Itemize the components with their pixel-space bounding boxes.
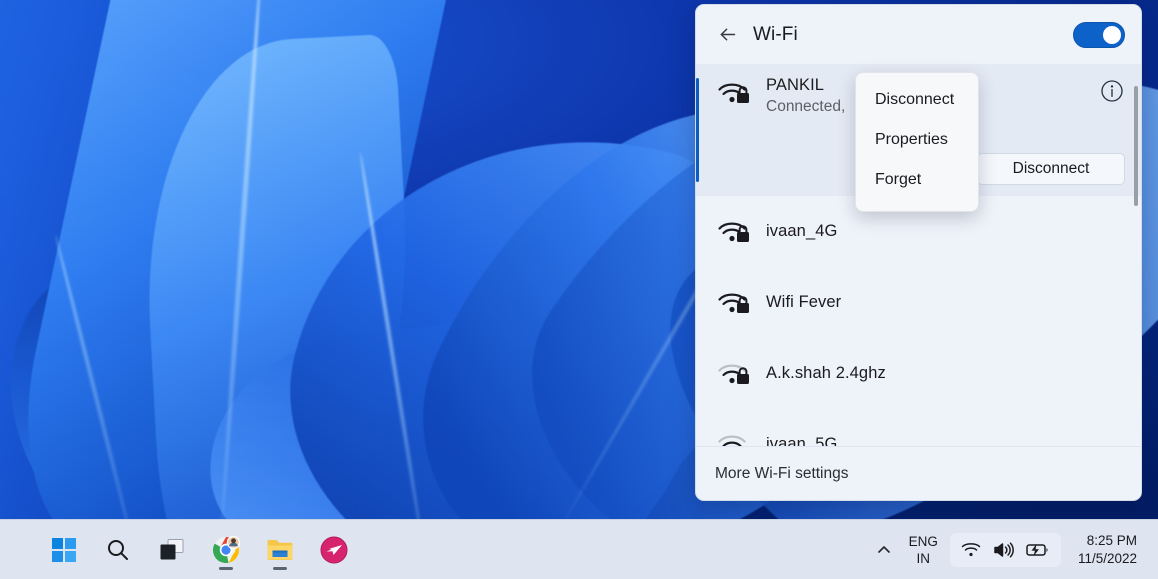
network-row-partial[interactable]: ivaan_5G <box>696 409 1141 446</box>
lock-badge <box>737 366 749 384</box>
running-indicator <box>219 566 233 570</box>
network-info: A.k.shah 2.4ghz <box>766 364 1127 383</box>
more-wifi-settings-label: More Wi-Fi settings <box>715 464 849 482</box>
lock-badge <box>737 224 749 242</box>
chevron-up-icon <box>877 545 890 553</box>
more-wifi-settings-link[interactable]: More Wi-Fi settings <box>696 446 1141 500</box>
lock-badge <box>737 295 749 313</box>
chrome-profile-avatar <box>226 535 240 549</box>
wifi-signal-secured-icon <box>716 288 754 318</box>
wifi-signal-secured-icon <box>716 78 754 108</box>
context-menu-item-forget[interactable]: Forget <box>856 160 978 200</box>
network-row[interactable]: Wifi Fever <box>696 267 1141 338</box>
selection-accent-bar <box>696 78 699 182</box>
folder-icon <box>267 539 293 560</box>
network-info-icon[interactable] <box>1099 78 1125 104</box>
system-tray: ENG IN 8:25 PM 11/5/2022 <box>869 520 1148 579</box>
network-list-scrollbar[interactable] <box>1134 86 1138 206</box>
wifi-icon <box>961 543 981 557</box>
running-indicator <box>273 566 287 570</box>
taskbar-chrome-button[interactable] <box>204 528 248 572</box>
task-view-icon <box>160 538 184 559</box>
network-row[interactable]: A.k.shah 2.4ghz <box>696 338 1141 409</box>
wifi-flyout-header: Wi-Fi <box>696 5 1141 64</box>
network-context-menu: Disconnect Properties Forget <box>855 72 979 212</box>
language-line-1: ENG <box>908 533 938 549</box>
wifi-signal-secured-icon <box>716 430 754 446</box>
network-ssid: ivaan_4G <box>766 222 838 240</box>
language-line-2: IN <box>916 550 931 566</box>
network-ssid: A.k.shah 2.4ghz <box>766 364 886 382</box>
network-info: Wifi Fever <box>766 293 1127 312</box>
taskbar-file-explorer-button[interactable] <box>258 528 302 572</box>
search-icon <box>108 539 128 560</box>
show-hidden-icons-button[interactable] <box>869 530 899 570</box>
windows-start-icon <box>52 537 76 562</box>
disconnect-button[interactable]: Disconnect <box>977 153 1125 185</box>
taskbar-app-group <box>42 528 356 572</box>
taskbar-task-view-button[interactable] <box>150 528 194 572</box>
wifi-toggle-switch[interactable] <box>1073 21 1125 48</box>
taskbar: ENG IN 8:25 PM 11/5/2022 <box>0 519 1158 579</box>
clock-date: 11/5/2022 <box>1077 550 1137 566</box>
context-menu-item-properties[interactable]: Properties <box>856 120 978 160</box>
network-ssid: Wifi Fever <box>766 293 842 311</box>
volume-icon <box>994 541 1014 558</box>
clock-time: 8:25 PM <box>1086 532 1137 548</box>
chrome-icon <box>212 535 240 563</box>
battery-charging-icon <box>1026 543 1048 556</box>
network-ssid: ivaan_5G <box>766 435 838 446</box>
network-info: ivaan_4G <box>766 222 1127 241</box>
taskbar-mail-app-button[interactable] <box>312 528 356 572</box>
taskbar-start-button[interactable] <box>42 528 86 572</box>
wifi-signal-secured-icon <box>716 359 754 389</box>
language-indicator[interactable]: ENG IN <box>903 530 944 570</box>
lock-badge <box>737 86 749 103</box>
network-info: ivaan_5G <box>766 435 1127 446</box>
back-button[interactable] <box>710 18 744 52</box>
paper-plane-icon <box>320 536 348 563</box>
tray-quick-settings-button[interactable] <box>949 532 1061 567</box>
page-title: Wi-Fi <box>753 23 798 45</box>
wifi-signal-secured-icon <box>716 217 754 247</box>
taskbar-search-button[interactable] <box>96 528 140 572</box>
toggle-knob <box>1103 25 1121 44</box>
clock-button[interactable]: 8:25 PM 11/5/2022 <box>1073 529 1142 571</box>
context-menu-item-disconnect[interactable]: Disconnect <box>856 80 978 120</box>
